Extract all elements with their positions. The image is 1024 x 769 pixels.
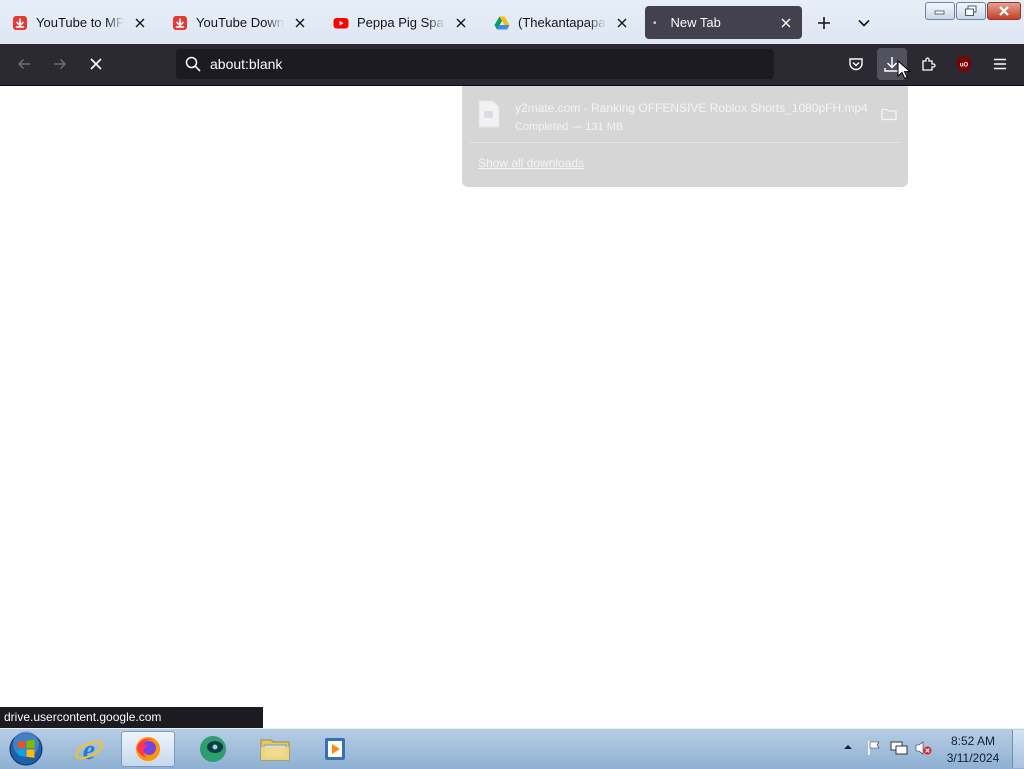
close-icon bbox=[90, 58, 102, 70]
volume-muted-icon[interactable] bbox=[914, 740, 932, 756]
extensions-button[interactable] bbox=[916, 52, 940, 76]
taskbar: e 8:52 AM 3/11/2024 bbox=[0, 728, 1024, 769]
network-icon[interactable] bbox=[890, 740, 908, 756]
ublock-shield-icon: uO bbox=[957, 56, 971, 73]
link-status-tooltip: drive.usercontent.google.com bbox=[0, 707, 263, 728]
download-item[interactable]: y2mate.com - Ranking OFFENSIVE Roblox Sh… bbox=[470, 92, 900, 138]
firefox-icon bbox=[136, 737, 160, 761]
address-bar[interactable] bbox=[176, 49, 774, 79]
internet-explorer-icon: e bbox=[75, 735, 103, 764]
close-icon[interactable] bbox=[778, 15, 794, 31]
restore-icon bbox=[965, 5, 977, 16]
tab-google-drive[interactable]: (Thekantapapa) original bbox=[486, 6, 638, 39]
application-menu-button[interactable] bbox=[988, 52, 1012, 76]
action-center-flag-icon[interactable] bbox=[866, 740, 882, 756]
arrow-right-icon bbox=[54, 58, 67, 70]
pocket-icon bbox=[849, 58, 863, 71]
taskbar-windows-explorer[interactable] bbox=[248, 731, 302, 767]
download-filename: y2mate.com - Ranking OFFENSIVE Roblox Sh… bbox=[515, 101, 868, 115]
tab-title: New Tab bbox=[653, 15, 770, 30]
hamburger-menu-icon bbox=[994, 58, 1006, 70]
folder-icon bbox=[260, 739, 290, 761]
start-button[interactable] bbox=[7, 731, 45, 767]
close-icon[interactable] bbox=[132, 15, 148, 31]
taskbar-firefox[interactable] bbox=[121, 731, 175, 767]
tab-youtube-to-mp3[interactable]: YouTube to MP3 Converter bbox=[4, 6, 156, 39]
tab-title: Peppa Pig Sparta Dubstep bbox=[357, 15, 445, 30]
show-in-folder-button[interactable] bbox=[878, 104, 900, 124]
windows-start-orb-icon bbox=[9, 731, 43, 766]
file-icon bbox=[478, 100, 500, 128]
ublock-origin-button[interactable]: uO bbox=[952, 52, 976, 76]
show-all-downloads-link[interactable]: Show all downloads bbox=[478, 156, 584, 170]
tab-strip: YouTube to MP3 Converter YouTube Downloa… bbox=[0, 0, 1024, 44]
close-icon[interactable] bbox=[292, 15, 308, 31]
url-input[interactable] bbox=[210, 56, 750, 72]
forward-button[interactable] bbox=[48, 52, 72, 76]
close-icon[interactable] bbox=[614, 15, 630, 31]
tab-title: YouTube Downloader bbox=[196, 15, 284, 30]
puzzle-icon bbox=[922, 57, 936, 71]
list-all-tabs-button[interactable] bbox=[852, 11, 876, 35]
system-clock[interactable]: 8:52 AM 3/11/2024 bbox=[940, 733, 1006, 767]
tab-title: (Thekantapapa) original bbox=[518, 15, 606, 30]
search-icon bbox=[185, 56, 201, 72]
chevron-down-icon bbox=[858, 19, 870, 27]
save-to-pocket-button[interactable] bbox=[844, 52, 868, 76]
tab-title: YouTube to MP3 Converter bbox=[36, 15, 124, 30]
close-icon[interactable] bbox=[453, 15, 469, 31]
svg-text:e: e bbox=[83, 735, 95, 764]
close-icon bbox=[999, 6, 1009, 16]
chevron-up-icon[interactable] bbox=[843, 743, 853, 751]
folder-icon bbox=[881, 108, 897, 121]
app-globe-icon bbox=[200, 736, 226, 762]
svg-text:uO: uO bbox=[960, 63, 969, 69]
restore-button[interactable] bbox=[956, 2, 986, 20]
media-player-icon bbox=[325, 738, 345, 760]
new-tab-button[interactable] bbox=[812, 11, 836, 35]
download-red-icon bbox=[172, 15, 188, 31]
window-close-button[interactable] bbox=[987, 2, 1021, 20]
divider bbox=[470, 142, 900, 143]
tab-new-tab[interactable]: New Tab bbox=[645, 6, 802, 39]
minimize-icon bbox=[934, 10, 945, 15]
plus-icon bbox=[818, 17, 830, 29]
taskbar-media-player[interactable] bbox=[309, 731, 363, 767]
mouse-cursor-icon bbox=[897, 60, 911, 80]
download-status: Completed — 131 MB bbox=[515, 121, 624, 133]
tab-youtube-downloader[interactable]: YouTube Downloader bbox=[164, 6, 316, 39]
arrow-left-icon bbox=[17, 58, 30, 70]
back-button[interactable] bbox=[12, 52, 36, 76]
tab-peppa-pig[interactable]: Peppa Pig Sparta Dubstep bbox=[325, 6, 477, 39]
download-red-icon bbox=[12, 15, 28, 31]
downloads-panel: y2mate.com - Ranking OFFENSIVE Roblox Sh… bbox=[462, 86, 908, 187]
stop-loading-button[interactable] bbox=[84, 52, 108, 76]
taskbar-internet-explorer[interactable]: e bbox=[62, 731, 116, 767]
taskbar-media-app[interactable] bbox=[186, 731, 240, 767]
youtube-icon bbox=[333, 15, 349, 31]
minimize-button[interactable] bbox=[925, 2, 955, 20]
google-drive-icon bbox=[494, 15, 510, 31]
navigation-toolbar: uO bbox=[0, 44, 1024, 86]
show-desktop-button[interactable] bbox=[1012, 730, 1024, 768]
clock-time: 8:52 AM bbox=[950, 734, 996, 748]
clock-date: 3/11/2024 bbox=[946, 751, 1000, 765]
